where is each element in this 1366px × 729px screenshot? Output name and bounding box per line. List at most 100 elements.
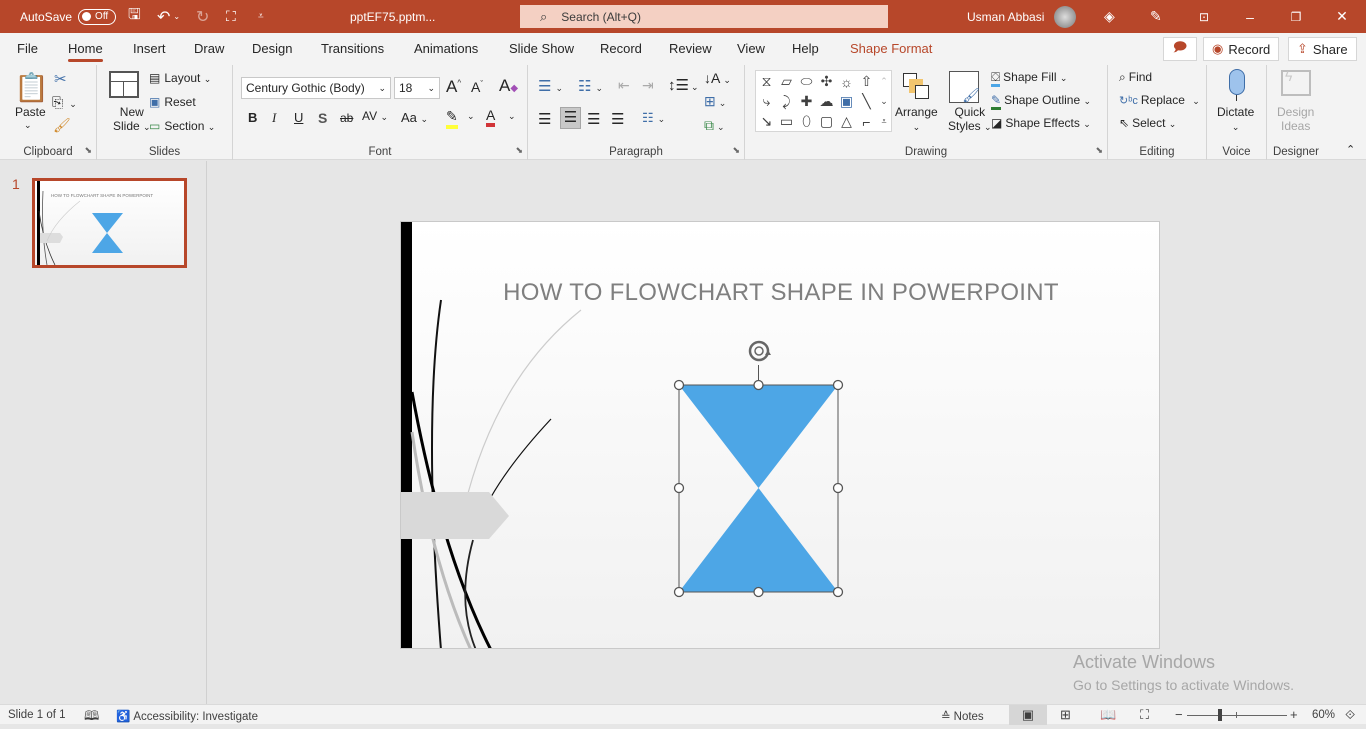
font-size-combo[interactable]: 18 ⌄: [394, 77, 440, 99]
reading-view-icon[interactable]: 📖: [1100, 707, 1116, 723]
record-button[interactable]: ◉ Record: [1203, 37, 1280, 61]
resize-handle-left[interactable]: [673, 482, 685, 494]
cloud-shape-icon[interactable]: ☁: [817, 92, 836, 111]
resize-handle-bottom-right[interactable]: [832, 586, 844, 598]
clear-formatting-icon[interactable]: A◆: [499, 76, 518, 96]
restore-icon[interactable]: ❐: [1273, 0, 1319, 33]
tab-transitions[interactable]: Transitions: [321, 41, 384, 56]
tab-help[interactable]: Help: [792, 41, 819, 56]
customize-qat-icon[interactable]: ⩡: [258, 0, 264, 33]
zoom-in-icon[interactable]: +: [1290, 707, 1298, 722]
format-painter-icon[interactable]: 🖌: [53, 117, 71, 134]
comment-icon[interactable]: 🗩: [1163, 37, 1197, 61]
slideshow-icon[interactable]: ⛶: [1140, 707, 1149, 723]
triangle-shape-icon[interactable]: △: [837, 112, 856, 131]
ribbon-display-icon[interactable]: ⊡: [1181, 0, 1227, 33]
strikethrough-button[interactable]: ab: [340, 111, 353, 125]
paste-dropdown-icon[interactable]: ⌄: [24, 120, 32, 131]
layout-button[interactable]: ▤ Layout ⌄: [149, 71, 211, 85]
character-spacing-button[interactable]: AV ⌄: [362, 109, 388, 123]
tab-slide-show[interactable]: Slide Show: [509, 41, 574, 56]
accessibility-status[interactable]: ♿ Accessibility: Investigate: [116, 709, 258, 723]
slide-thumbnail[interactable]: HOW TO FLOWCHART SHAPE IN POWERPOINT: [32, 178, 187, 268]
elbow-connector-icon[interactable]: ⤷: [757, 92, 776, 111]
copy-icon[interactable]: ⎘ ⌄: [52, 94, 77, 111]
shadow-button[interactable]: S: [318, 110, 327, 126]
collapse-ribbon-icon[interactable]: ⌃: [1346, 143, 1355, 156]
chevron-down-icon[interactable]: ⌄: [467, 111, 475, 122]
oval-shape-icon[interactable]: ⬯: [797, 112, 816, 131]
shapes-gallery[interactable]: ⧖ ▱ ⬭ ✣ ☼ ⇧ ⤷ ⤸ ✚ ☁ ▣ ╲ ↘ ▭ ⬯ ▢ △ ⌐ ⌃ ⌄ …: [755, 70, 892, 132]
shape-effects-button[interactable]: ◪ Shape Effects ⌄: [991, 116, 1091, 130]
tab-record[interactable]: Record: [600, 41, 642, 56]
reset-button[interactable]: ▣ Reset: [149, 95, 196, 109]
tab-file[interactable]: File: [17, 41, 38, 56]
fit-slide-icon[interactable]: ⟐: [1345, 707, 1355, 723]
plus-shape-icon[interactable]: ✣: [817, 72, 836, 91]
arrange-icon[interactable]: [901, 71, 933, 101]
shape-outline-button[interactable]: ✎ Shape Outline ⌄: [991, 93, 1091, 110]
resize-handle-bottom-left[interactable]: [673, 586, 685, 598]
new-slide-icon[interactable]: [109, 71, 139, 98]
resize-handle-top-left[interactable]: [673, 379, 685, 391]
cut-icon[interactable]: ✂: [54, 70, 67, 88]
tab-animations[interactable]: Animations: [414, 41, 478, 56]
undo-icon[interactable]: ↶ ⌄: [157, 0, 180, 33]
design-ideas-button[interactable]: Design Ideas: [1277, 105, 1314, 133]
tab-design[interactable]: Design: [252, 41, 292, 56]
arrange-button[interactable]: Arrange ⌄: [895, 105, 938, 133]
dictate-button[interactable]: Dictate ⌄: [1217, 105, 1254, 133]
zoom-level[interactable]: 60%: [1312, 709, 1335, 721]
justify-icon[interactable]: ☰: [611, 110, 624, 128]
autosave[interactable]: AutoSave Off: [20, 0, 117, 33]
numbering-icon[interactable]: ☷ ⌄: [578, 77, 603, 95]
present-icon[interactable]: ⛶: [226, 0, 236, 33]
columns-icon[interactable]: ☷ ⌄: [642, 110, 665, 126]
slide-sorter-icon[interactable]: ⊞: [1060, 707, 1071, 723]
clipboard-launcher-icon[interactable]: ⬊: [84, 145, 92, 156]
cross-shape-icon[interactable]: ✚: [797, 92, 816, 111]
quick-styles-icon[interactable]: 🖌: [949, 71, 980, 103]
textbox-icon[interactable]: ▣: [837, 92, 856, 111]
tab-shape-format[interactable]: Shape Format: [850, 41, 932, 56]
drawing-launcher-icon[interactable]: ⬊: [1095, 145, 1103, 156]
step-connector-icon[interactable]: ⌐: [857, 112, 876, 131]
minimize-icon[interactable]: –: [1227, 0, 1273, 33]
rectangle-shape-icon[interactable]: ▭: [777, 112, 796, 131]
gallery-more-icon[interactable]: ⩡: [877, 112, 891, 131]
gallery-scroll-down-icon[interactable]: ⌄: [877, 92, 891, 111]
line-spacing-icon[interactable]: ↕☰ ⌄: [668, 76, 699, 94]
redo-icon[interactable]: ↻: [196, 0, 209, 33]
align-right-icon[interactable]: ☰: [587, 110, 600, 128]
collate-shape-icon[interactable]: ⧖: [757, 72, 776, 91]
diamond-icon[interactable]: ◈: [1104, 0, 1115, 33]
paste-icon[interactable]: 📋: [14, 71, 49, 104]
font-color-icon[interactable]: A: [486, 107, 496, 127]
underline-button[interactable]: U: [294, 110, 303, 125]
center-align-icon[interactable]: ☰: [560, 107, 581, 129]
slide[interactable]: HOW TO FLOWCHART SHAPE IN POWERPOINT: [400, 221, 1160, 649]
paste-button[interactable]: Paste: [15, 105, 46, 119]
normal-view-icon[interactable]: ▣: [1009, 705, 1047, 725]
flowchart-collate-shape[interactable]: [679, 385, 838, 592]
zoom-slider-thumb[interactable]: [1218, 709, 1222, 721]
font-launcher-icon[interactable]: ⬊: [515, 145, 523, 156]
up-arrow-shape-icon[interactable]: ⇧: [857, 72, 876, 91]
search-box[interactable]: ⌕ Search (Alt+Q): [520, 5, 888, 28]
align-text-icon[interactable]: ⊞ ⌄: [704, 93, 726, 110]
user-name[interactable]: Usman Abbasi: [967, 0, 1044, 33]
resize-handle-top-right[interactable]: [832, 379, 844, 391]
tab-view[interactable]: View: [737, 41, 765, 56]
tab-home[interactable]: Home: [68, 41, 103, 62]
tab-draw[interactable]: Draw: [194, 41, 224, 56]
zoom-slider-track[interactable]: [1187, 715, 1287, 716]
tab-review[interactable]: Review: [669, 41, 712, 56]
close-icon[interactable]: ✕: [1319, 0, 1365, 33]
bullets-icon[interactable]: ☰ ⌄: [538, 77, 563, 95]
tab-insert[interactable]: Insert: [133, 41, 166, 56]
microphone-icon[interactable]: [1229, 69, 1245, 95]
section-button[interactable]: ▭ Section ⌄: [149, 119, 215, 133]
sun-shape-icon[interactable]: ☼: [837, 72, 856, 91]
zoom-out-icon[interactable]: −: [1175, 707, 1183, 722]
text-direction-icon[interactable]: ↓A ⌄: [704, 70, 731, 86]
